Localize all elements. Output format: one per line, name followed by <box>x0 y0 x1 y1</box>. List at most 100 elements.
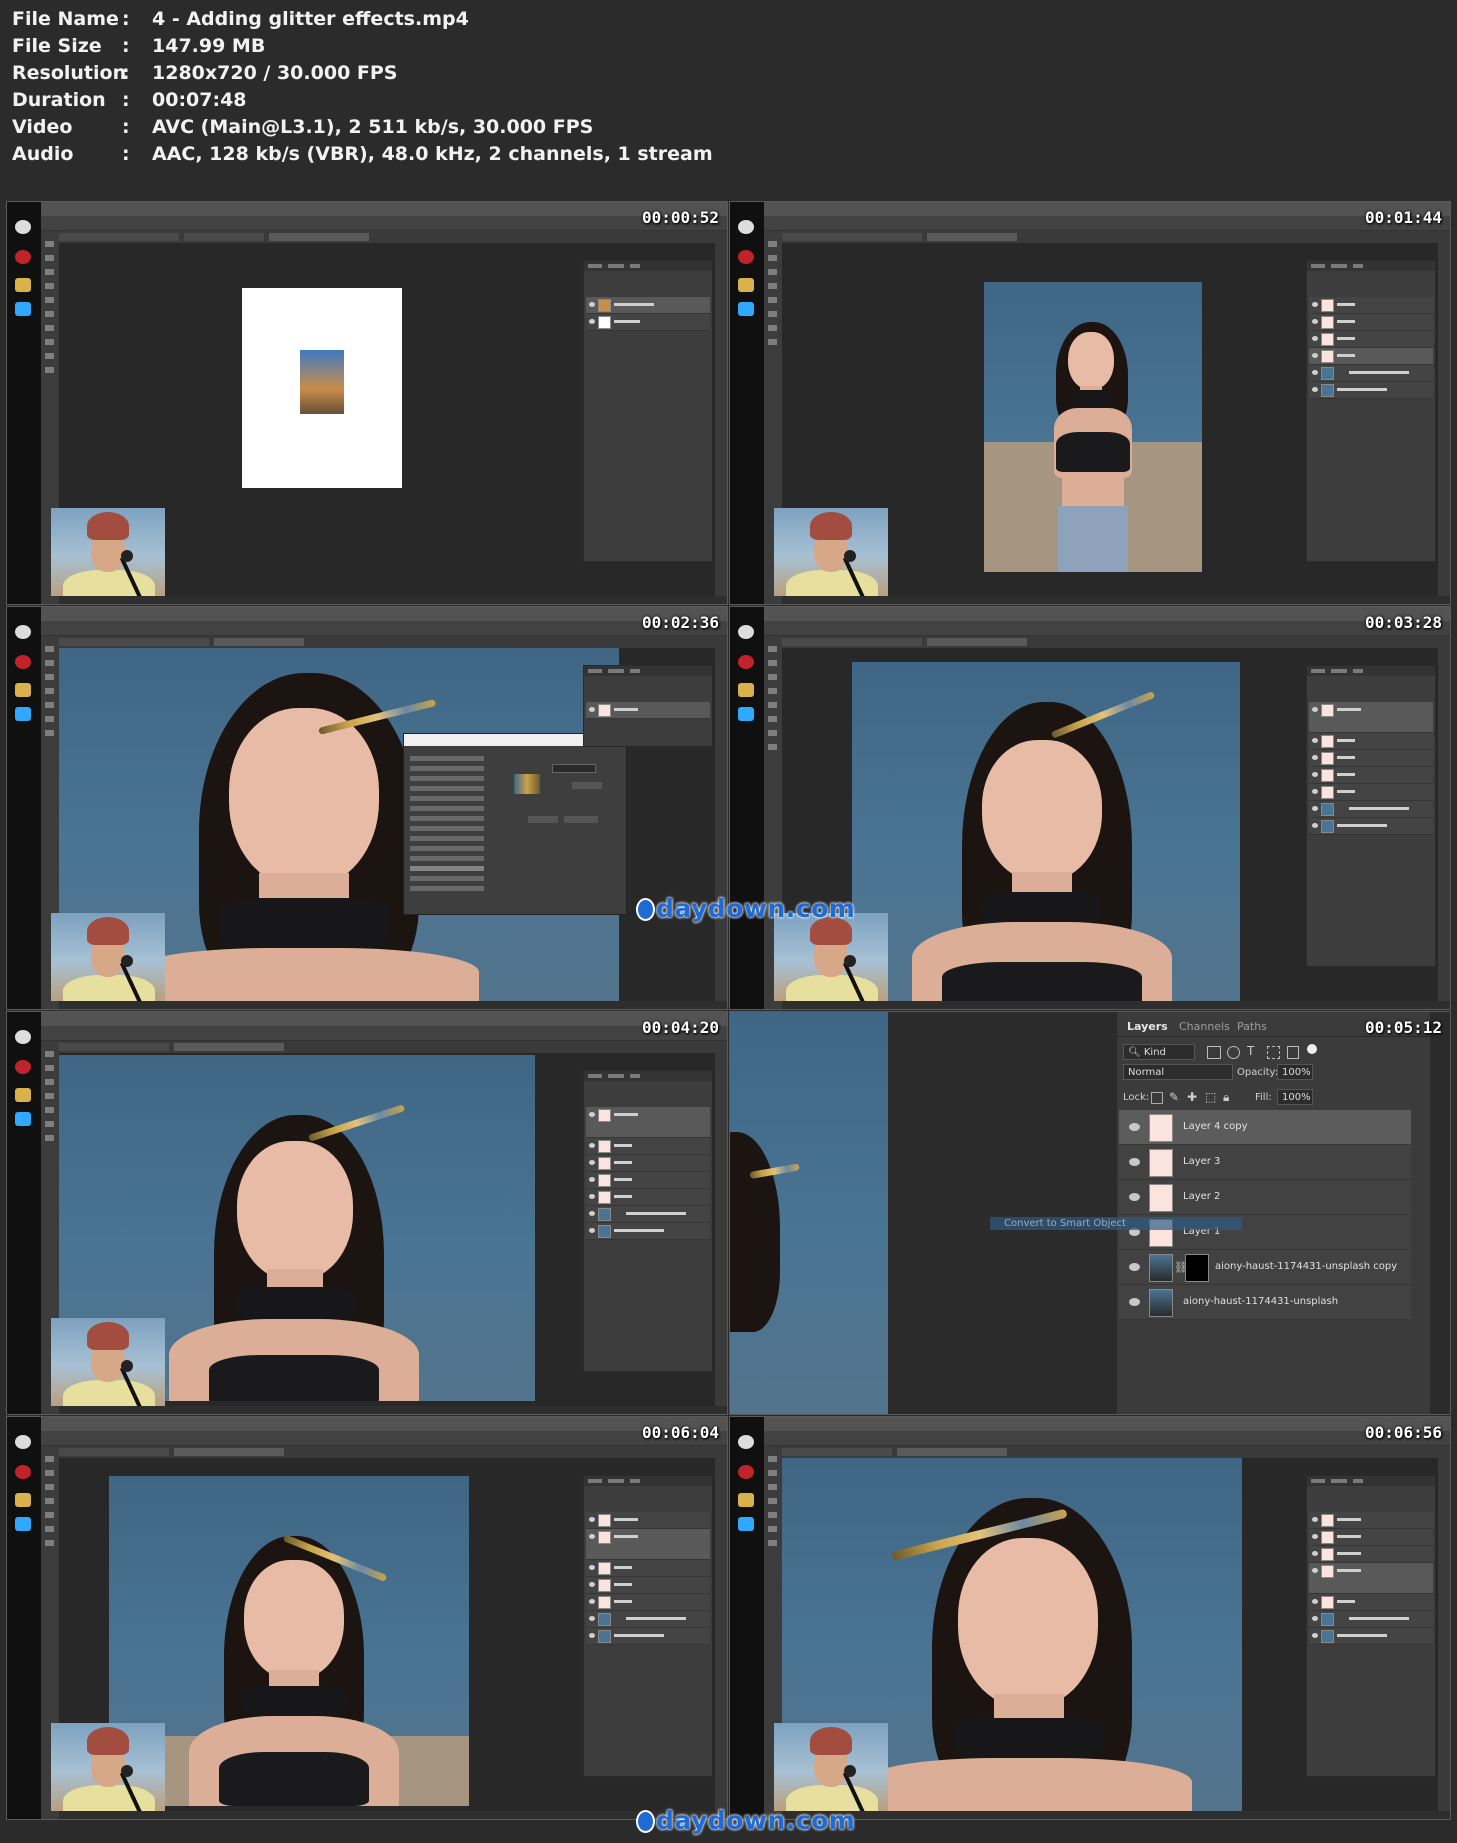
eye-icon[interactable] <box>1129 1123 1140 1131</box>
opera-icon <box>15 655 31 669</box>
photoshop-icon <box>15 707 31 721</box>
opacity-input[interactable]: 100% <box>1277 1064 1313 1080</box>
layers-panel <box>1306 1475 1436 1777</box>
type-filter-icon[interactable]: T <box>1247 1044 1254 1058</box>
options-bar <box>764 216 1450 231</box>
tab-paths[interactable]: Paths <box>1237 1020 1267 1033</box>
blend-mode-select[interactable]: Normal <box>1123 1064 1233 1080</box>
webcam-overlay <box>774 1723 888 1811</box>
thumbnail-5[interactable]: 00:04:20 <box>6 1011 728 1415</box>
image-filter-icon[interactable] <box>1207 1046 1221 1059</box>
thumbnail-3[interactable]: 00:02:36 <box>6 606 728 1010</box>
smart-object-filter-icon[interactable] <box>1287 1046 1299 1059</box>
document-tabs <box>59 636 727 648</box>
folder-icon <box>15 683 31 697</box>
file-info: File Name:4 - Adding glitter effects.mp4… <box>12 6 1212 168</box>
info-row-video: Video: AVC (Main@L3.1), 2 511 kb/s, 30.00… <box>12 116 594 138</box>
webcam-overlay <box>774 508 888 596</box>
opera-icon <box>15 1060 31 1074</box>
folder-icon <box>15 1088 31 1102</box>
lock-transparent-icon[interactable] <box>1151 1092 1163 1104</box>
thumbnail-8[interactable]: 00:06:56 <box>729 1416 1451 1820</box>
timestamp: 00:05:12 <box>1364 1018 1442 1037</box>
windows-taskbar <box>730 607 764 1009</box>
eye-icon[interactable] <box>1129 1193 1140 1201</box>
pattern-swatch[interactable] <box>514 774 540 794</box>
menu-bar <box>41 607 727 621</box>
watermark-logo-icon <box>638 900 653 919</box>
layer-row[interactable]: Layer 4 copy <box>1119 1110 1411 1145</box>
context-menu-highlight[interactable]: Convert to Smart Object <box>990 1217 1242 1230</box>
info-row-duration: Duration:00:07:48 <box>12 89 247 111</box>
circle-icon <box>15 1030 31 1044</box>
webcam-overlay <box>51 508 165 596</box>
webcam-overlay <box>51 1318 165 1406</box>
menu-bar <box>41 1012 727 1026</box>
layer-thumbnail <box>1149 1184 1173 1212</box>
blend-mode-select[interactable] <box>552 764 596 773</box>
folder-icon <box>15 1493 31 1507</box>
shape-filter-icon[interactable] <box>1267 1046 1280 1059</box>
document-tabs <box>59 1446 727 1458</box>
circle-icon <box>738 220 754 234</box>
lock-position-icon[interactable]: ✚ <box>1187 1090 1197 1104</box>
make-default-button[interactable] <box>528 816 558 823</box>
menu-bar <box>764 1417 1450 1431</box>
timestamp: 00:06:04 <box>641 1423 719 1442</box>
tab-channels[interactable]: Channels <box>1179 1020 1230 1033</box>
adjustment-filter-icon[interactable] <box>1227 1046 1240 1059</box>
watermark: daydown.com <box>638 894 855 923</box>
layer-row[interactable]: Layer 2 <box>1119 1180 1411 1215</box>
reset-to-default-button[interactable] <box>564 816 598 823</box>
layer-row[interactable]: aiony-haust-1174431-unsplash <box>1119 1285 1411 1320</box>
options-bar <box>764 621 1450 636</box>
document-tabs <box>782 1446 1450 1458</box>
info-row-filename: File Name:4 - Adding glitter effects.mp4 <box>12 8 469 30</box>
options-bar <box>764 1431 1450 1446</box>
thumbnail-4[interactable]: 00:03:28 <box>729 606 1451 1010</box>
layer-style-dialog[interactable] <box>403 733 627 915</box>
filter-kind-select[interactable]: 🔍︎ Kind <box>1123 1044 1195 1060</box>
photoshop-icon <box>738 302 754 316</box>
snap-to-origin-button[interactable] <box>572 782 602 789</box>
windows-taskbar <box>730 202 764 604</box>
layers-panel <box>583 1070 713 1372</box>
layer-row[interactable]: Layer 3 <box>1119 1145 1411 1180</box>
thumbnail-2[interactable]: 00:01:44 <box>729 201 1451 605</box>
watermark-logo-icon <box>638 1812 653 1831</box>
photoshop-icon <box>738 707 754 721</box>
timestamp: 00:02:36 <box>641 613 719 632</box>
circle-icon <box>15 1435 31 1449</box>
menu-bar <box>764 607 1450 621</box>
windows-taskbar <box>7 1417 41 1819</box>
layer-thumbnail <box>1149 1114 1173 1142</box>
layer-mask-icon[interactable] <box>1185 1254 1209 1282</box>
lock-artboard-icon[interactable]: ⬚ <box>1205 1090 1216 1104</box>
portrait-photo <box>984 282 1202 572</box>
layers-panel <box>583 260 713 562</box>
folder-icon <box>738 683 754 697</box>
thumbnail-6[interactable]: 00:05:12 Layers Channels Paths 🔍︎ Kind T… <box>729 1011 1451 1415</box>
filter-toggle-icon[interactable] <box>1307 1044 1317 1054</box>
eye-icon[interactable] <box>1129 1263 1140 1271</box>
layer-thumbnail <box>1149 1289 1173 1317</box>
thumbnail-1[interactable]: 00:00:52 <box>6 201 728 605</box>
webcam-overlay <box>51 913 165 1001</box>
photoshop-icon <box>738 1517 754 1531</box>
layer-row[interactable]: ⛓︎ aiony-haust-1174431-unsplash copy <box>1119 1250 1411 1285</box>
opera-icon <box>738 1465 754 1479</box>
opera-icon <box>15 250 31 264</box>
lock-pixels-icon[interactable]: ✎ <box>1169 1090 1179 1104</box>
thumbnail-7[interactable]: 00:06:04 <box>6 1416 728 1820</box>
circle-icon <box>738 625 754 639</box>
timestamp: 00:01:44 <box>1364 208 1442 227</box>
eye-icon[interactable] <box>1129 1158 1140 1166</box>
lock-icon[interactable]: 🔒︎ <box>1223 1090 1229 1105</box>
eye-icon[interactable] <box>1129 1298 1140 1306</box>
tab-layers[interactable]: Layers <box>1127 1020 1168 1033</box>
opera-icon <box>738 655 754 669</box>
info-row-filesize: File Size:147.99 MB <box>12 35 266 57</box>
timestamp: 00:03:28 <box>1364 613 1442 632</box>
layers-panel <box>583 665 713 747</box>
fill-input[interactable]: 100% <box>1277 1089 1313 1105</box>
